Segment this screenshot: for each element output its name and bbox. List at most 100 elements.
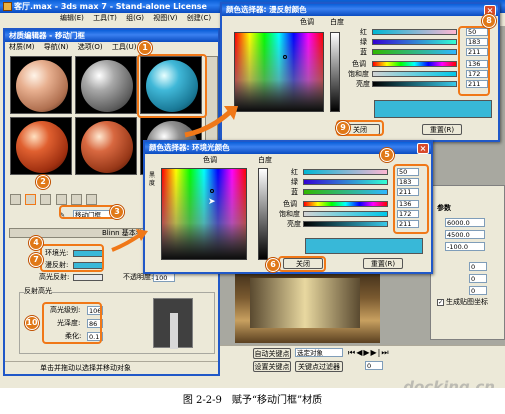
callout-6: 6 [266, 258, 280, 272]
ambient-red-label: 红 [291, 168, 298, 176]
param-height-field[interactable]: -100.0 [445, 242, 485, 251]
diffuse-value-label: 亮度 [356, 80, 370, 88]
ambient-sat-slider[interactable] [303, 211, 388, 217]
ambient-sat-label: 饱和度 [279, 210, 300, 218]
ambient-hue-spectrum[interactable]: ➤ [161, 168, 247, 260]
ambient-picker-cursor[interactable] [210, 189, 214, 193]
ambient-rgb-sliders: 红 绿 蓝 色调 饱和度 亮度 [279, 168, 399, 238]
menu-views[interactable]: 视图(V) [153, 14, 177, 22]
highlight-box-ambient-values [393, 164, 429, 234]
diffuse-red-slider[interactable] [372, 29, 457, 35]
sample-sphere [81, 60, 133, 112]
diffuse-hue-slider[interactable] [372, 61, 457, 67]
main-title: 客厅.max - 3ds max 7 - Stand-alone License [14, 2, 207, 11]
diffuse-blue-slider[interactable] [372, 49, 457, 55]
callout-9: 9 [336, 121, 350, 135]
param-seg-3-field[interactable]: 0 [469, 286, 487, 295]
diffuse-blue-label: 蓝 [360, 48, 367, 56]
sample-sphere [16, 121, 68, 173]
map-coords-checkbox[interactable]: ✓ [437, 299, 444, 306]
sample-slot-1[interactable] [10, 56, 72, 114]
sample-sphere [81, 121, 133, 173]
ambient-whiteness-label: 白度 [258, 156, 272, 164]
reset-material-button[interactable] [40, 194, 52, 205]
get-material-button[interactable] [10, 194, 21, 205]
sample-slot-2[interactable] [75, 56, 137, 114]
specular-swatch[interactable] [73, 274, 103, 281]
highlights-title: 反射高光 [24, 287, 52, 296]
arrow-icon [111, 229, 148, 252]
ambient-hue-slider[interactable] [303, 201, 388, 207]
ambient-value-slider[interactable] [303, 221, 388, 227]
mouse-cursor-icon: ➤ [208, 197, 216, 207]
ambient-blackness-label: 黑度 [149, 172, 156, 187]
show-map-button[interactable] [86, 194, 98, 205]
me-menu-material[interactable]: 材质(M) [9, 43, 35, 51]
diffuse-green-label: 绿 [360, 38, 367, 46]
set-key-button[interactable]: 设置关键点 [253, 361, 291, 372]
me-menu-utilities[interactable]: 工具(U) [112, 43, 137, 51]
callout-2: 2 [36, 175, 50, 189]
ambient-blue-slider[interactable] [303, 189, 388, 195]
menu-edit[interactable]: 编辑(E) [60, 14, 84, 22]
diffuse-sat-slider[interactable] [372, 71, 457, 77]
menu-create[interactable]: 创建(C) [187, 14, 211, 22]
animation-bar: 自动关键点 设置关键点 选定对象 关键点过滤器 0 ⏮◀▶▶|⏭ [220, 345, 505, 375]
unique-button[interactable] [70, 194, 82, 205]
ambient-color-preview [305, 238, 423, 254]
material-editor-menu-bar: 材质(M) 导航(N) 选项(O) 工具(U) [5, 42, 218, 53]
diffuse-sat-label: 饱和度 [348, 70, 369, 78]
diffuse-whiteness-bar[interactable] [330, 32, 340, 112]
highlight-curve-graph [153, 298, 193, 349]
selection-dropdown[interactable]: 选定对象 [295, 348, 343, 357]
command-panel: 参数 6000.0 4500.0 -100.0 0 0 0 ✓ 生成贴图坐标 [430, 185, 505, 340]
diffuse-value-slider[interactable] [372, 81, 457, 87]
perspective-viewport[interactable] [235, 268, 380, 343]
param-length-field[interactable]: 6000.0 [445, 218, 485, 227]
material-editor-title-bar: 材质编辑器 - 移动门框 [5, 30, 218, 42]
ambient-red-slider[interactable] [303, 169, 388, 175]
ambient-reset-button[interactable]: 重置(R) [363, 258, 403, 269]
diffuse-rgb-sliders: 红 绿 蓝 色调 饱和度 亮度 [348, 28, 468, 98]
map-coords-label: 生成贴图坐标 [446, 298, 488, 306]
diffuse-reset-button[interactable]: 重置(R) [422, 124, 462, 135]
menu-group[interactable]: 组(G) [126, 14, 144, 22]
sample-slot-5[interactable] [75, 117, 137, 175]
specular-label: 高光反射: [39, 273, 70, 281]
callout-10: 10 [25, 316, 39, 330]
diffuse-dialog-title: 颜色选择器: 漫反射颜色 [226, 5, 307, 14]
callout-5: 5 [380, 148, 394, 162]
key-filters-button[interactable]: 关键点过滤器 [295, 361, 343, 372]
me-menu-navigation[interactable]: 导航(N) [44, 43, 69, 51]
ambient-value-label: 亮度 [287, 220, 301, 228]
param-seg-1-field[interactable]: 0 [469, 262, 487, 271]
diffuse-hue-spectrum[interactable] [234, 32, 324, 112]
params-title: 参数 [437, 204, 451, 212]
assign-material-button[interactable] [25, 194, 37, 205]
menu-tools[interactable]: 工具(T) [93, 14, 117, 22]
ambient-dialog-close-icon[interactable]: × [417, 143, 429, 154]
callout-7: 7 [29, 253, 43, 267]
param-seg-2-field[interactable]: 0 [469, 274, 487, 283]
sample-sphere [16, 60, 68, 112]
opacity-label: 不透明度: [123, 273, 154, 281]
playback-controls[interactable]: ⏮◀▶▶|⏭ [348, 348, 398, 358]
frame-field[interactable]: 0 [365, 361, 383, 370]
callout-3: 3 [110, 205, 124, 219]
ambient-green-slider[interactable] [303, 179, 388, 185]
diffuse-picker-cursor[interactable] [283, 55, 287, 59]
arrow-icon [184, 106, 238, 138]
ambient-whiteness-bar[interactable] [258, 168, 268, 260]
param-width-field[interactable]: 4500.0 [445, 230, 485, 239]
ambient-hue-label: 色调 [203, 156, 217, 164]
opacity-field[interactable]: 100 [153, 273, 175, 282]
diffuse-hue-row-label: 色调 [352, 60, 366, 68]
sample-slot-4[interactable] [10, 117, 72, 175]
copy-material-button[interactable] [55, 194, 67, 205]
diffuse-green-slider[interactable] [372, 39, 457, 45]
ambient-dialog-title: 颜色选择器: 环境光颜色 [149, 143, 230, 152]
auto-key-button[interactable]: 自动关键点 [253, 348, 291, 359]
me-menu-options[interactable]: 选项(O) [78, 43, 103, 51]
material-editor-title: 材质编辑器 - 移动门框 [9, 31, 85, 40]
callout-1: 1 [138, 41, 152, 55]
